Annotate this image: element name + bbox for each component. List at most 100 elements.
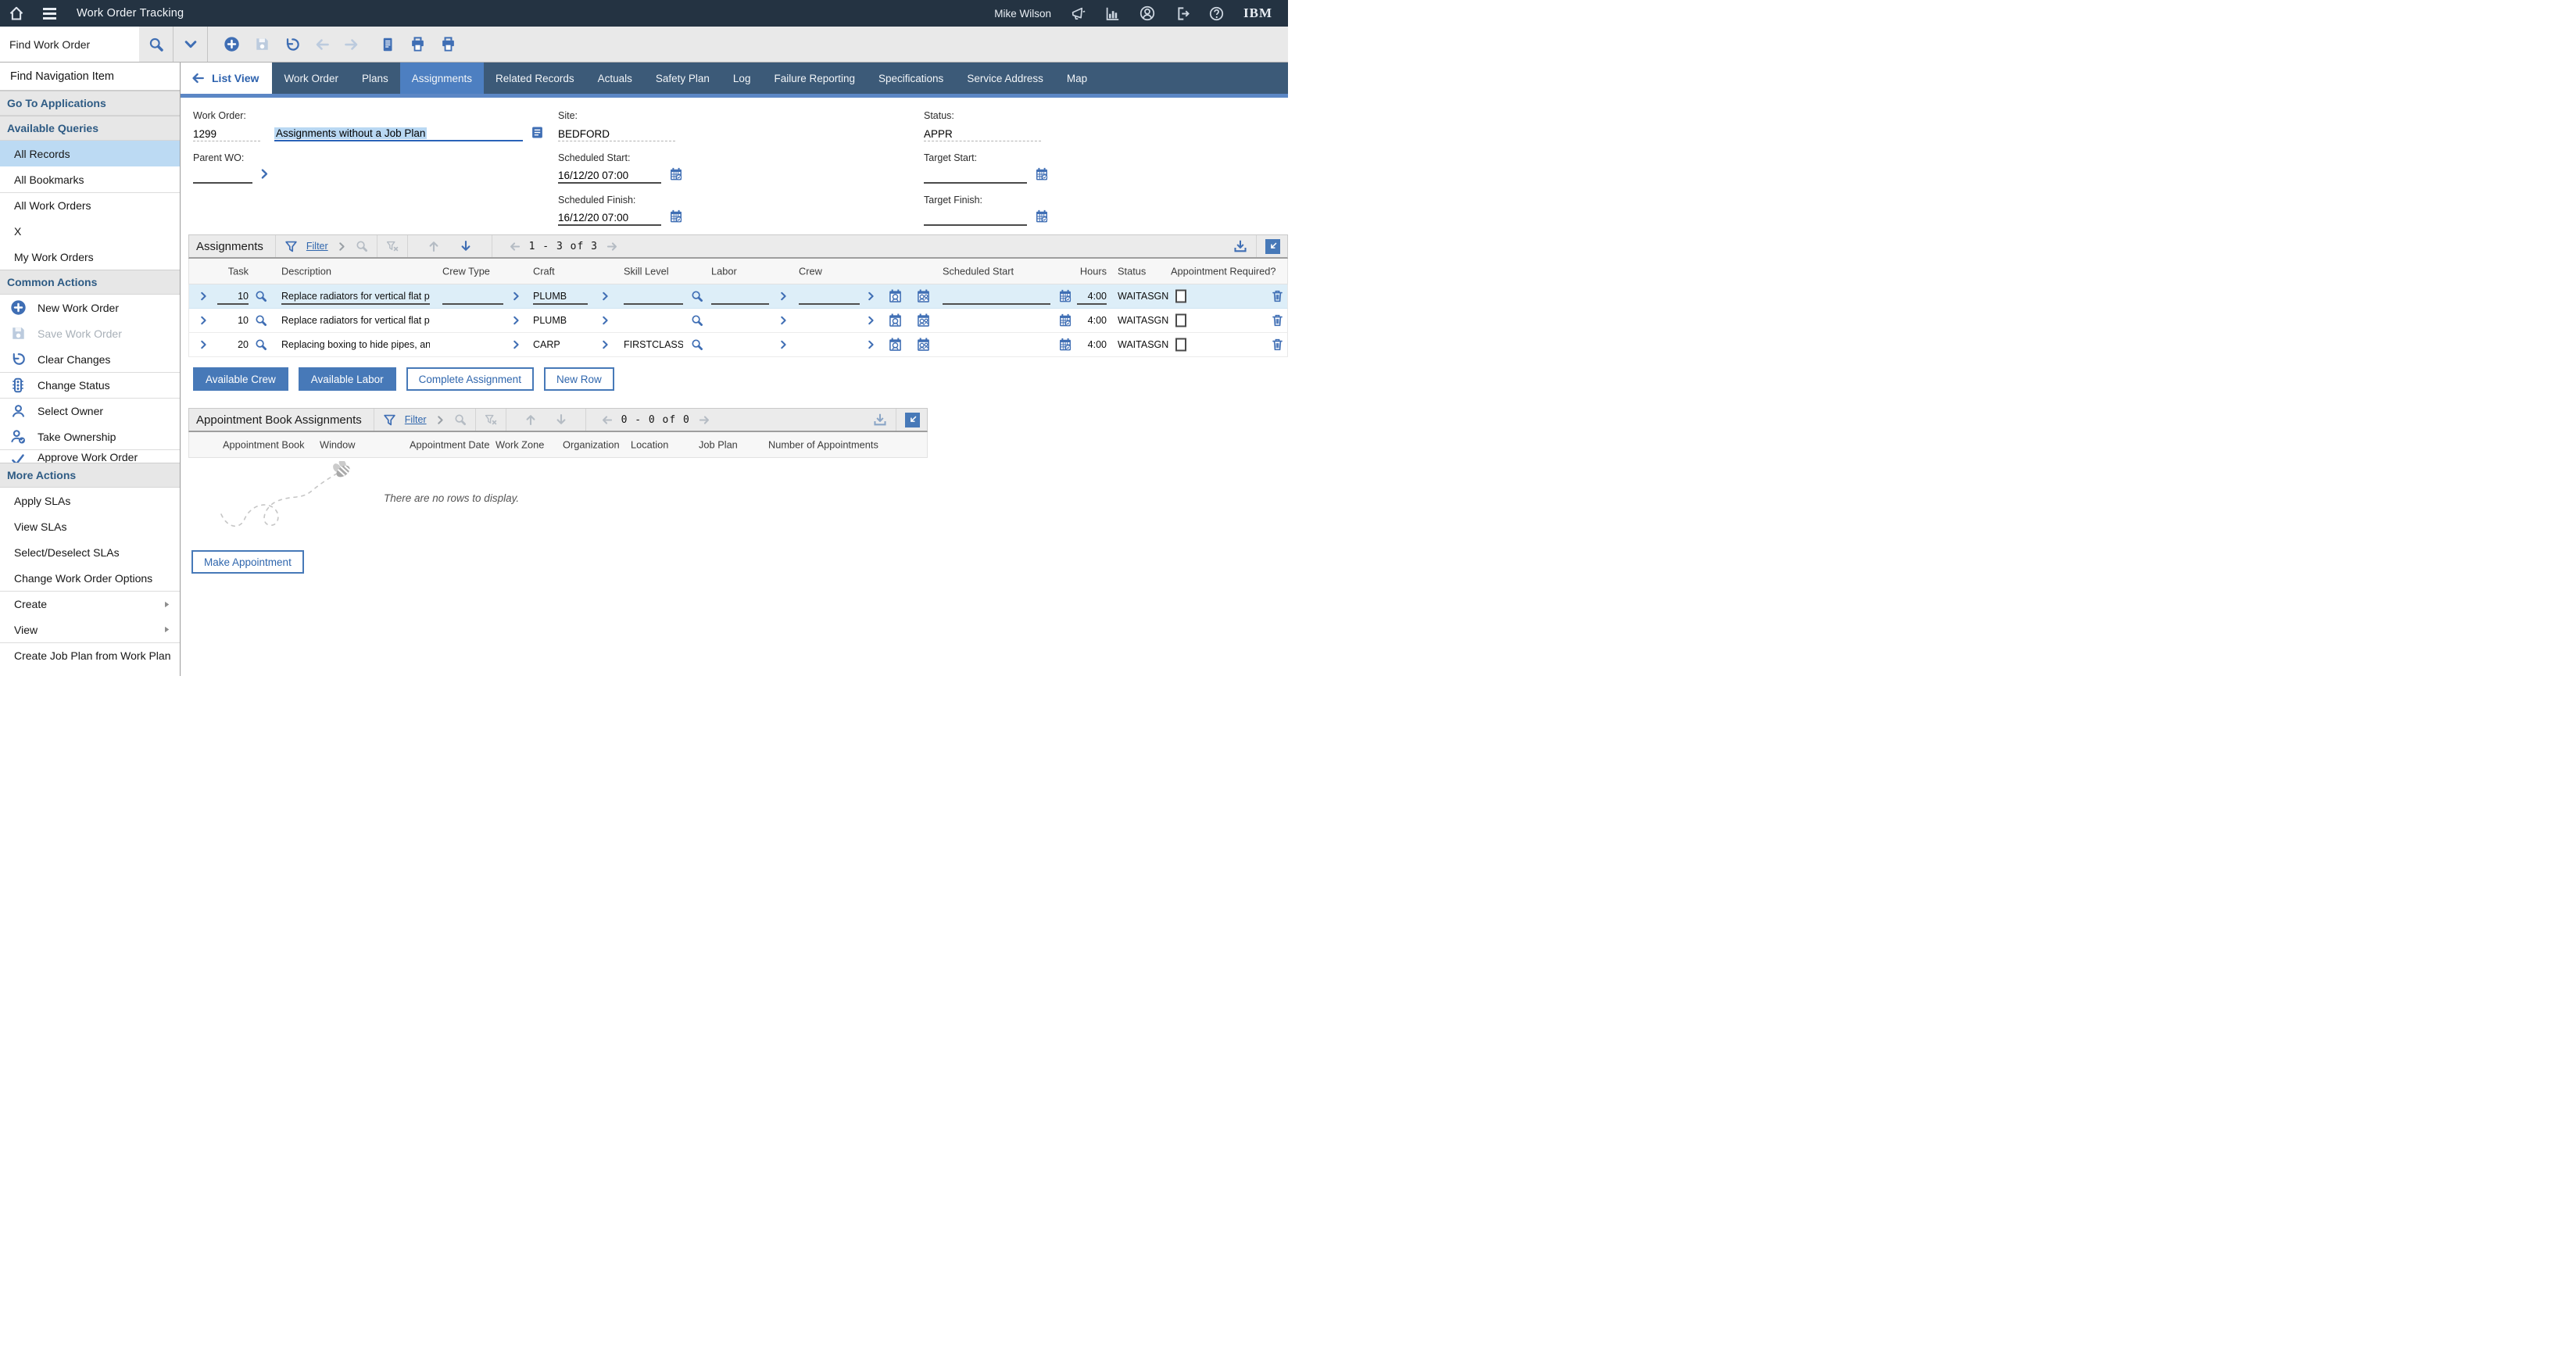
sign-out-button[interactable] <box>1175 6 1190 21</box>
delete-row-button[interactable] <box>1271 338 1284 352</box>
description-field[interactable]: Assignments without a Job Plan <box>274 124 523 141</box>
select-task-button[interactable] <box>255 338 267 351</box>
labor-field[interactable] <box>711 288 769 305</box>
appointment-required-checkbox[interactable] <box>1175 290 1186 303</box>
action-change-work-order-options[interactable]: Change Work Order Options <box>0 565 180 591</box>
target-start-field[interactable] <box>924 166 1027 184</box>
crew-type-detail-button[interactable] <box>511 316 521 326</box>
download-button[interactable] <box>873 413 887 427</box>
schedule-labor-button[interactable] <box>888 313 903 328</box>
action-take-ownership[interactable]: Take Ownership <box>0 424 180 449</box>
assignment-row[interactable]: 20 Replacing boxing to hide pipes, and a… <box>188 333 1288 357</box>
schedule-crew-button[interactable] <box>916 289 931 304</box>
available-labor-button[interactable]: Available Labor <box>299 367 396 391</box>
scheduled-finish-calendar-button[interactable] <box>669 209 683 224</box>
action-select-owner[interactable]: Select Owner <box>0 398 180 424</box>
craft-detail-button[interactable] <box>600 340 610 350</box>
advanced-search-button[interactable] <box>174 27 208 62</box>
reports-button[interactable] <box>380 37 395 52</box>
filter-button[interactable] <box>383 413 396 427</box>
action-select-deselect-slas[interactable]: Select/Deselect SLAs <box>0 539 180 565</box>
query-all-bookmarks[interactable]: All Bookmarks <box>0 166 180 192</box>
print-with-attachments-button[interactable] <box>440 36 456 52</box>
filter-link[interactable]: Filter <box>405 414 427 425</box>
labor-detail-button[interactable] <box>778 316 789 326</box>
reports-kpi-button[interactable] <box>1105 6 1120 21</box>
craft-detail-button[interactable] <box>600 292 610 302</box>
query-x[interactable]: X <box>0 218 180 244</box>
go-to-applications-header[interactable]: Go To Applications <box>0 91 180 116</box>
delete-row-button[interactable] <box>1271 314 1284 327</box>
tab-work-order[interactable]: Work Order <box>272 63 350 94</box>
appointment-required-checkbox[interactable] <box>1175 338 1186 352</box>
tab-actuals[interactable]: Actuals <box>586 63 644 94</box>
announcements-button[interactable] <box>1071 6 1086 21</box>
row-expand-button[interactable] <box>199 292 209 302</box>
schedule-labor-button[interactable] <box>888 289 903 304</box>
scheduled-start-field[interactable] <box>943 288 1050 305</box>
action-clear-changes[interactable]: Clear Changes <box>0 346 180 372</box>
select-skill-button[interactable] <box>691 314 703 327</box>
find-navigation-input[interactable] <box>0 63 180 91</box>
task-field[interactable]: 10 <box>217 288 249 305</box>
next-row-button[interactable] <box>460 240 472 252</box>
schedule-crew-button[interactable] <box>916 313 931 328</box>
tab-safety-plan[interactable]: Safety Plan <box>644 63 721 94</box>
user-name[interactable]: Mike Wilson <box>994 8 1051 20</box>
print-button[interactable] <box>410 36 426 52</box>
hours-field[interactable]: 4:00 <box>1077 288 1107 305</box>
action-change-status[interactable]: Change Status <box>0 372 180 398</box>
target-finish-field[interactable] <box>924 209 1027 226</box>
crew-detail-button[interactable] <box>866 316 876 326</box>
minimize-table-button[interactable] <box>905 413 920 427</box>
target-start-calendar-button[interactable] <box>1035 167 1049 181</box>
query-all-records[interactable]: All Records <box>0 141 180 166</box>
crew-type-detail-button[interactable] <box>511 340 521 350</box>
skill-level-field[interactable] <box>624 288 683 305</box>
select-task-button[interactable] <box>255 290 267 302</box>
select-date-button[interactable] <box>1058 338 1072 352</box>
assignment-row[interactable]: 10 Replace radiators for vertical flat p… <box>188 284 1288 309</box>
select-skill-button[interactable] <box>691 290 703 302</box>
action-create-submenu[interactable]: Create <box>0 591 180 617</box>
craft-detail-button[interactable] <box>600 316 610 326</box>
filter-link[interactable]: Filter <box>306 241 328 252</box>
tab-log[interactable]: Log <box>721 63 763 94</box>
description-field[interactable]: Replace radiators for vertical flat pane… <box>281 288 430 305</box>
query-my-work-orders[interactable]: My Work Orders <box>0 244 180 270</box>
action-view-slas[interactable]: View SLAs <box>0 513 180 539</box>
new-row-button[interactable]: New Row <box>544 367 614 391</box>
filter-button[interactable] <box>284 240 298 253</box>
delete-row-button[interactable] <box>1271 290 1284 303</box>
tab-assignments[interactable]: Assignments <box>400 63 484 94</box>
craft-field[interactable]: PLUMB <box>533 288 588 305</box>
home-button[interactable] <box>0 0 33 27</box>
action-view-submenu[interactable]: View <box>0 617 180 642</box>
find-work-order-input[interactable] <box>0 27 139 62</box>
long-description-button[interactable] <box>531 126 544 139</box>
tab-map[interactable]: Map <box>1055 63 1099 94</box>
tab-specifications[interactable]: Specifications <box>867 63 955 94</box>
crew-field[interactable] <box>799 288 860 305</box>
profile-button[interactable] <box>1140 5 1155 21</box>
tab-plans[interactable]: Plans <box>350 63 400 94</box>
crew-type-field[interactable] <box>442 288 503 305</box>
tab-related-records[interactable]: Related Records <box>484 63 586 94</box>
minimize-table-button[interactable] <box>1265 239 1280 254</box>
schedule-labor-button[interactable] <box>888 338 903 352</box>
crew-detail-button[interactable] <box>866 340 876 350</box>
make-appointment-button[interactable]: Make Appointment <box>191 550 304 574</box>
search-button[interactable] <box>139 27 174 62</box>
scheduled-finish-field[interactable]: 16/12/20 07:00 <box>558 209 661 226</box>
crew-detail-button[interactable] <box>866 292 876 302</box>
select-task-button[interactable] <box>255 314 267 327</box>
action-approve-work-order[interactable]: Approve Work Order <box>0 449 180 463</box>
help-button[interactable] <box>1209 6 1224 21</box>
select-date-button[interactable] <box>1058 313 1072 327</box>
action-apply-slas[interactable]: Apply SLAs <box>0 488 180 513</box>
action-create-job-plan-from-work-plan[interactable]: Create Job Plan from Work Plan <box>0 642 180 668</box>
select-skill-button[interactable] <box>691 338 703 351</box>
download-button[interactable] <box>1233 239 1247 253</box>
labor-detail-button[interactable] <box>778 292 789 302</box>
row-expand-button[interactable] <box>199 316 209 326</box>
